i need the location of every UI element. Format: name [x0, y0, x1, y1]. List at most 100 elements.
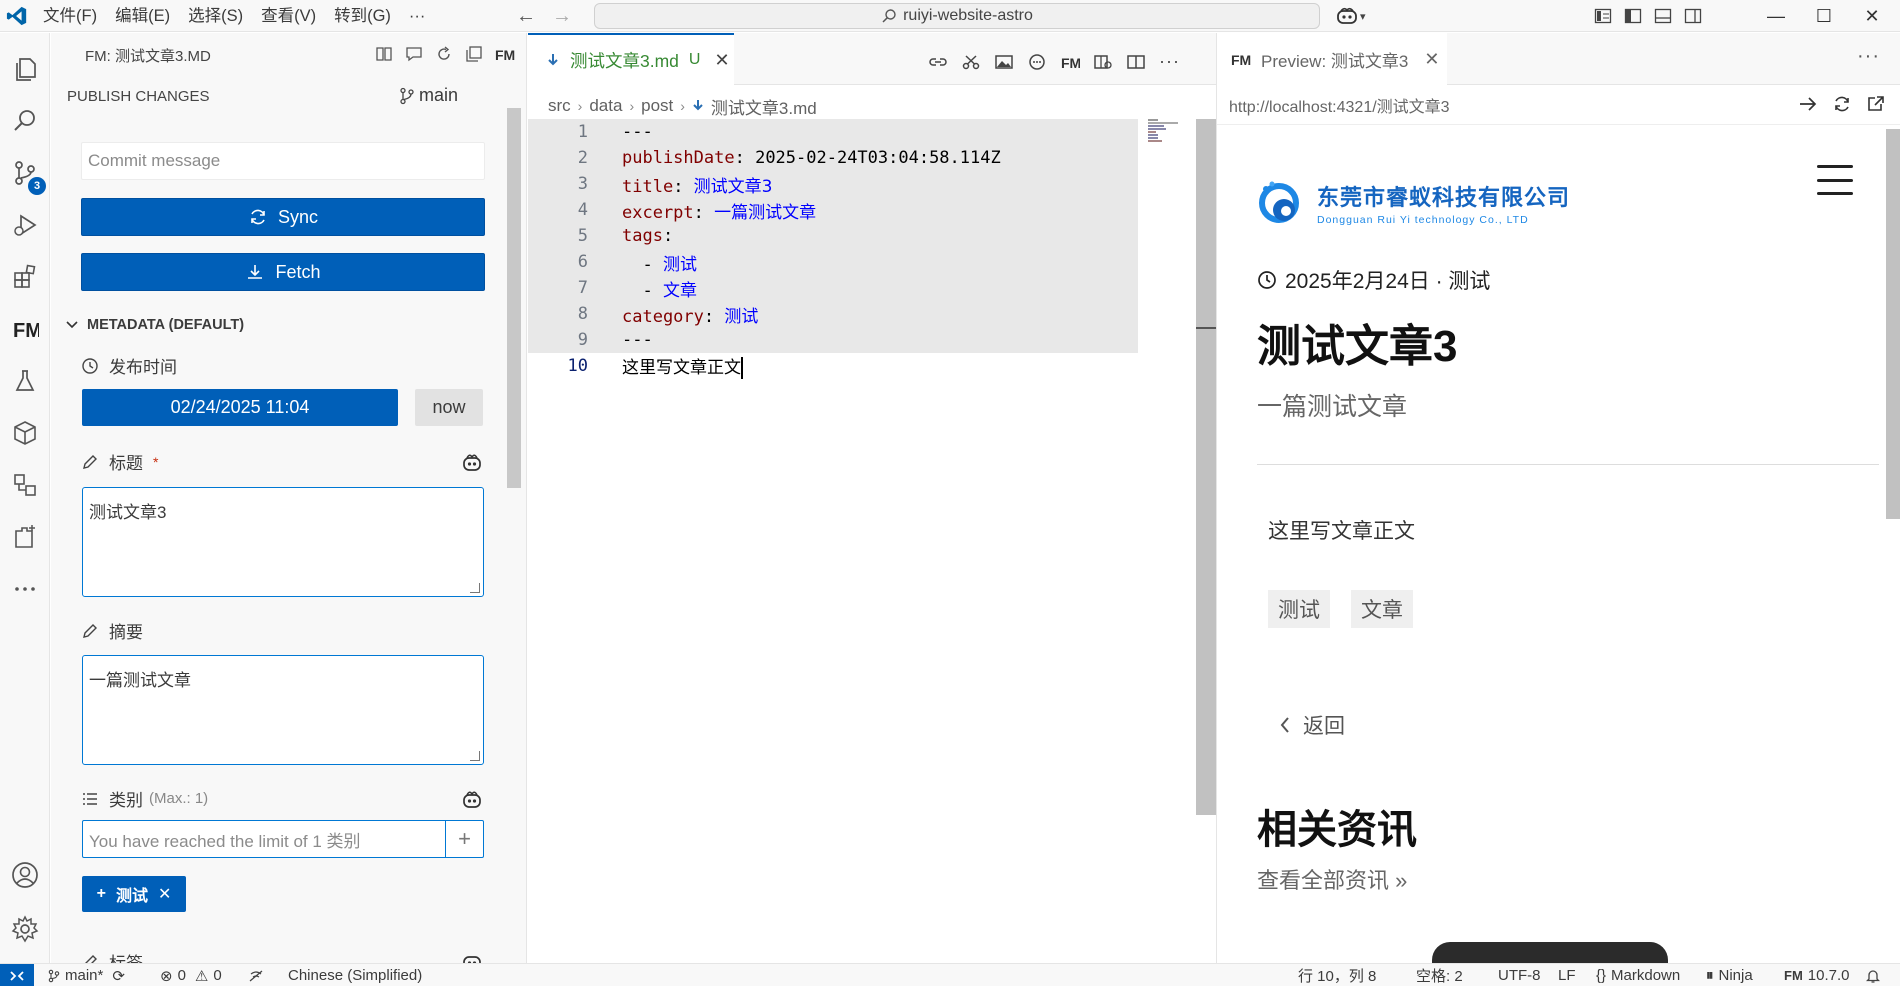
publish-date-picker[interactable]: 02/24/2025 11:04 [82, 389, 398, 426]
menu-selection[interactable]: 选择(S) [179, 0, 252, 32]
source-control-icon[interactable]: 3 [0, 149, 50, 197]
hamburger-menu-icon[interactable] [1817, 165, 1853, 195]
breadcrumb-post[interactable]: post [641, 96, 673, 116]
language-pack-status[interactable]: Chinese (Simplified) [288, 964, 422, 986]
extensions-icon[interactable] [0, 253, 50, 301]
link-icon[interactable] [928, 53, 948, 71]
minimize-icon[interactable]: — [1752, 6, 1800, 27]
tab-test-article-3[interactable]: 测试文章3.md U ✕ [528, 33, 734, 85]
book-icon[interactable] [375, 45, 393, 63]
post-tag-chip[interactable]: 测试 [1268, 590, 1330, 628]
close-tab-icon[interactable]: ✕ [714, 50, 729, 71]
see-all-news-link[interactable]: 查看全部资讯 » [1257, 863, 1407, 895]
toggle-primary-sidebar-icon[interactable] [1624, 7, 1642, 25]
now-button[interactable]: now [415, 389, 483, 426]
resize-handle[interactable] [470, 751, 480, 761]
preview-scrollbar[interactable] [1886, 129, 1900, 519]
ports-icon[interactable] [248, 964, 264, 986]
editor-scrollbar[interactable] [1196, 119, 1216, 815]
sync-icon[interactable]: ⟳ [112, 967, 125, 985]
post-tag-chip[interactable]: 文章 [1351, 590, 1413, 628]
scissors-icon[interactable] [961, 53, 981, 71]
code-editor[interactable]: 1 --- 2 publishDate: 2025-02-24T03:04:58… [528, 119, 1138, 379]
more-actions-icon[interactable]: ··· [1159, 51, 1180, 72]
remove-chip-icon[interactable]: ✕ [158, 884, 171, 904]
breadcrumb-file[interactable]: 测试文章3.md [711, 94, 817, 119]
refresh-icon[interactable] [1832, 95, 1852, 113]
floating-toolbar[interactable] [1432, 942, 1668, 963]
testing-flask-icon[interactable] [0, 357, 50, 405]
collapse-all-icon[interactable] [465, 45, 483, 63]
menu-file[interactable]: 文件(F) [34, 0, 106, 32]
bell-icon[interactable] [1866, 964, 1880, 986]
command-center[interactable]: ruiyi-website-astro [594, 3, 1320, 29]
customize-layout-icon[interactable] [1594, 7, 1612, 25]
sync-button[interactable]: Sync [81, 198, 485, 236]
back-link[interactable]: 返回 [1279, 710, 1345, 740]
title-textarea[interactable]: 测试文章3 [82, 487, 484, 597]
menu-more[interactable]: ··· [400, 0, 434, 32]
ai-suggest-title-icon[interactable] [461, 452, 483, 472]
branch-indicator[interactable]: main [399, 85, 458, 106]
commit-message-input[interactable] [81, 142, 485, 180]
arrow-right-icon[interactable] [1798, 95, 1818, 113]
toggle-panel-icon[interactable] [1654, 7, 1672, 25]
cursor-position[interactable]: 行 10，列 8 [1298, 964, 1376, 986]
ai-suggest-tags-icon[interactable] [461, 951, 483, 963]
sidebar-scrollbar[interactable] [507, 108, 521, 488]
category-input[interactable]: You have reached the limit of 1 类别 + [82, 820, 484, 858]
breadcrumb-src[interactable]: src [548, 96, 571, 116]
toggle-secondary-sidebar-icon[interactable] [1684, 7, 1702, 25]
front-matter-icon[interactable]: FM [0, 305, 50, 353]
more-views-icon[interactable] [0, 565, 50, 613]
add-category-button[interactable]: + [445, 821, 483, 857]
end-of-line[interactable]: LF [1558, 964, 1576, 986]
language-mode[interactable]: {} Markdown [1596, 964, 1680, 986]
run-debug-icon[interactable] [0, 201, 50, 249]
menu-go[interactable]: 转到(G) [325, 0, 400, 32]
tab-preview[interactable]: FM Preview: 测试文章3 ✕ [1217, 33, 1447, 85]
minimap[interactable] [1148, 119, 1188, 149]
open-preview-icon[interactable] [1093, 53, 1113, 71]
arrow-right-icon[interactable]: → [552, 5, 572, 28]
metadata-section-header[interactable]: METADATA (DEFAULT) [65, 313, 244, 337]
front-matter-action-icon[interactable]: FM [1060, 53, 1080, 71]
search-icon[interactable] [0, 97, 50, 145]
maximize-icon[interactable]: ☐ [1800, 6, 1848, 27]
remote-indicator[interactable] [0, 964, 34, 986]
excerpt-textarea[interactable]: 一篇测试文章 [82, 655, 484, 765]
encoding[interactable]: UTF-8 [1498, 964, 1541, 986]
indentation[interactable]: 空格: 2 [1416, 964, 1463, 986]
front-matter-version[interactable]: FM 10.7.0 [1784, 964, 1850, 986]
arrow-left-icon[interactable]: ← [516, 5, 536, 28]
preview-url-bar[interactable]: http://localhost:4321/测试文章3 [1217, 85, 1900, 125]
refresh-icon[interactable] [435, 45, 453, 63]
gear-icon[interactable] [0, 905, 50, 953]
breadcrumb-data[interactable]: data [589, 96, 622, 116]
ai-suggest-category-icon[interactable] [461, 789, 483, 809]
copilot-button[interactable]: ▾ [1336, 0, 1366, 32]
menu-edit[interactable]: 编辑(E) [106, 0, 179, 32]
template-engine[interactable]: ⏸ Ninja [1706, 964, 1753, 986]
remote-explorer-icon[interactable] [0, 461, 50, 509]
problems-status[interactable]: ⊗ 0 ⚠ 0 [160, 964, 222, 986]
resize-handle[interactable] [470, 583, 480, 593]
comment-icon[interactable] [405, 45, 423, 63]
site-logo[interactable]: 东莞市睿蚁科技有限公司 Dongguan Rui Yi technology C… [1257, 177, 1570, 229]
category-chip[interactable]: + 测试 ✕ [82, 876, 186, 912]
snippet-icon[interactable] [1027, 53, 1047, 71]
branch-status[interactable]: main* ⟳ [48, 964, 125, 986]
close-window-icon[interactable]: ✕ [1848, 6, 1896, 27]
explorer-icon[interactable] [0, 45, 50, 93]
fetch-button[interactable]: Fetch [81, 253, 485, 291]
extension-plus-icon[interactable] [0, 513, 50, 561]
package-cube-icon[interactable] [0, 409, 50, 457]
more-actions-icon[interactable]: ··· [1857, 45, 1880, 68]
account-icon[interactable] [0, 851, 50, 899]
split-editor-icon[interactable] [1126, 53, 1146, 71]
close-tab-icon[interactable]: ✕ [1424, 49, 1439, 70]
open-external-icon[interactable] [1866, 95, 1886, 113]
image-icon[interactable] [994, 53, 1014, 71]
menu-view[interactable]: 查看(V) [252, 0, 325, 32]
front-matter-logo-icon[interactable]: FM [495, 45, 515, 63]
